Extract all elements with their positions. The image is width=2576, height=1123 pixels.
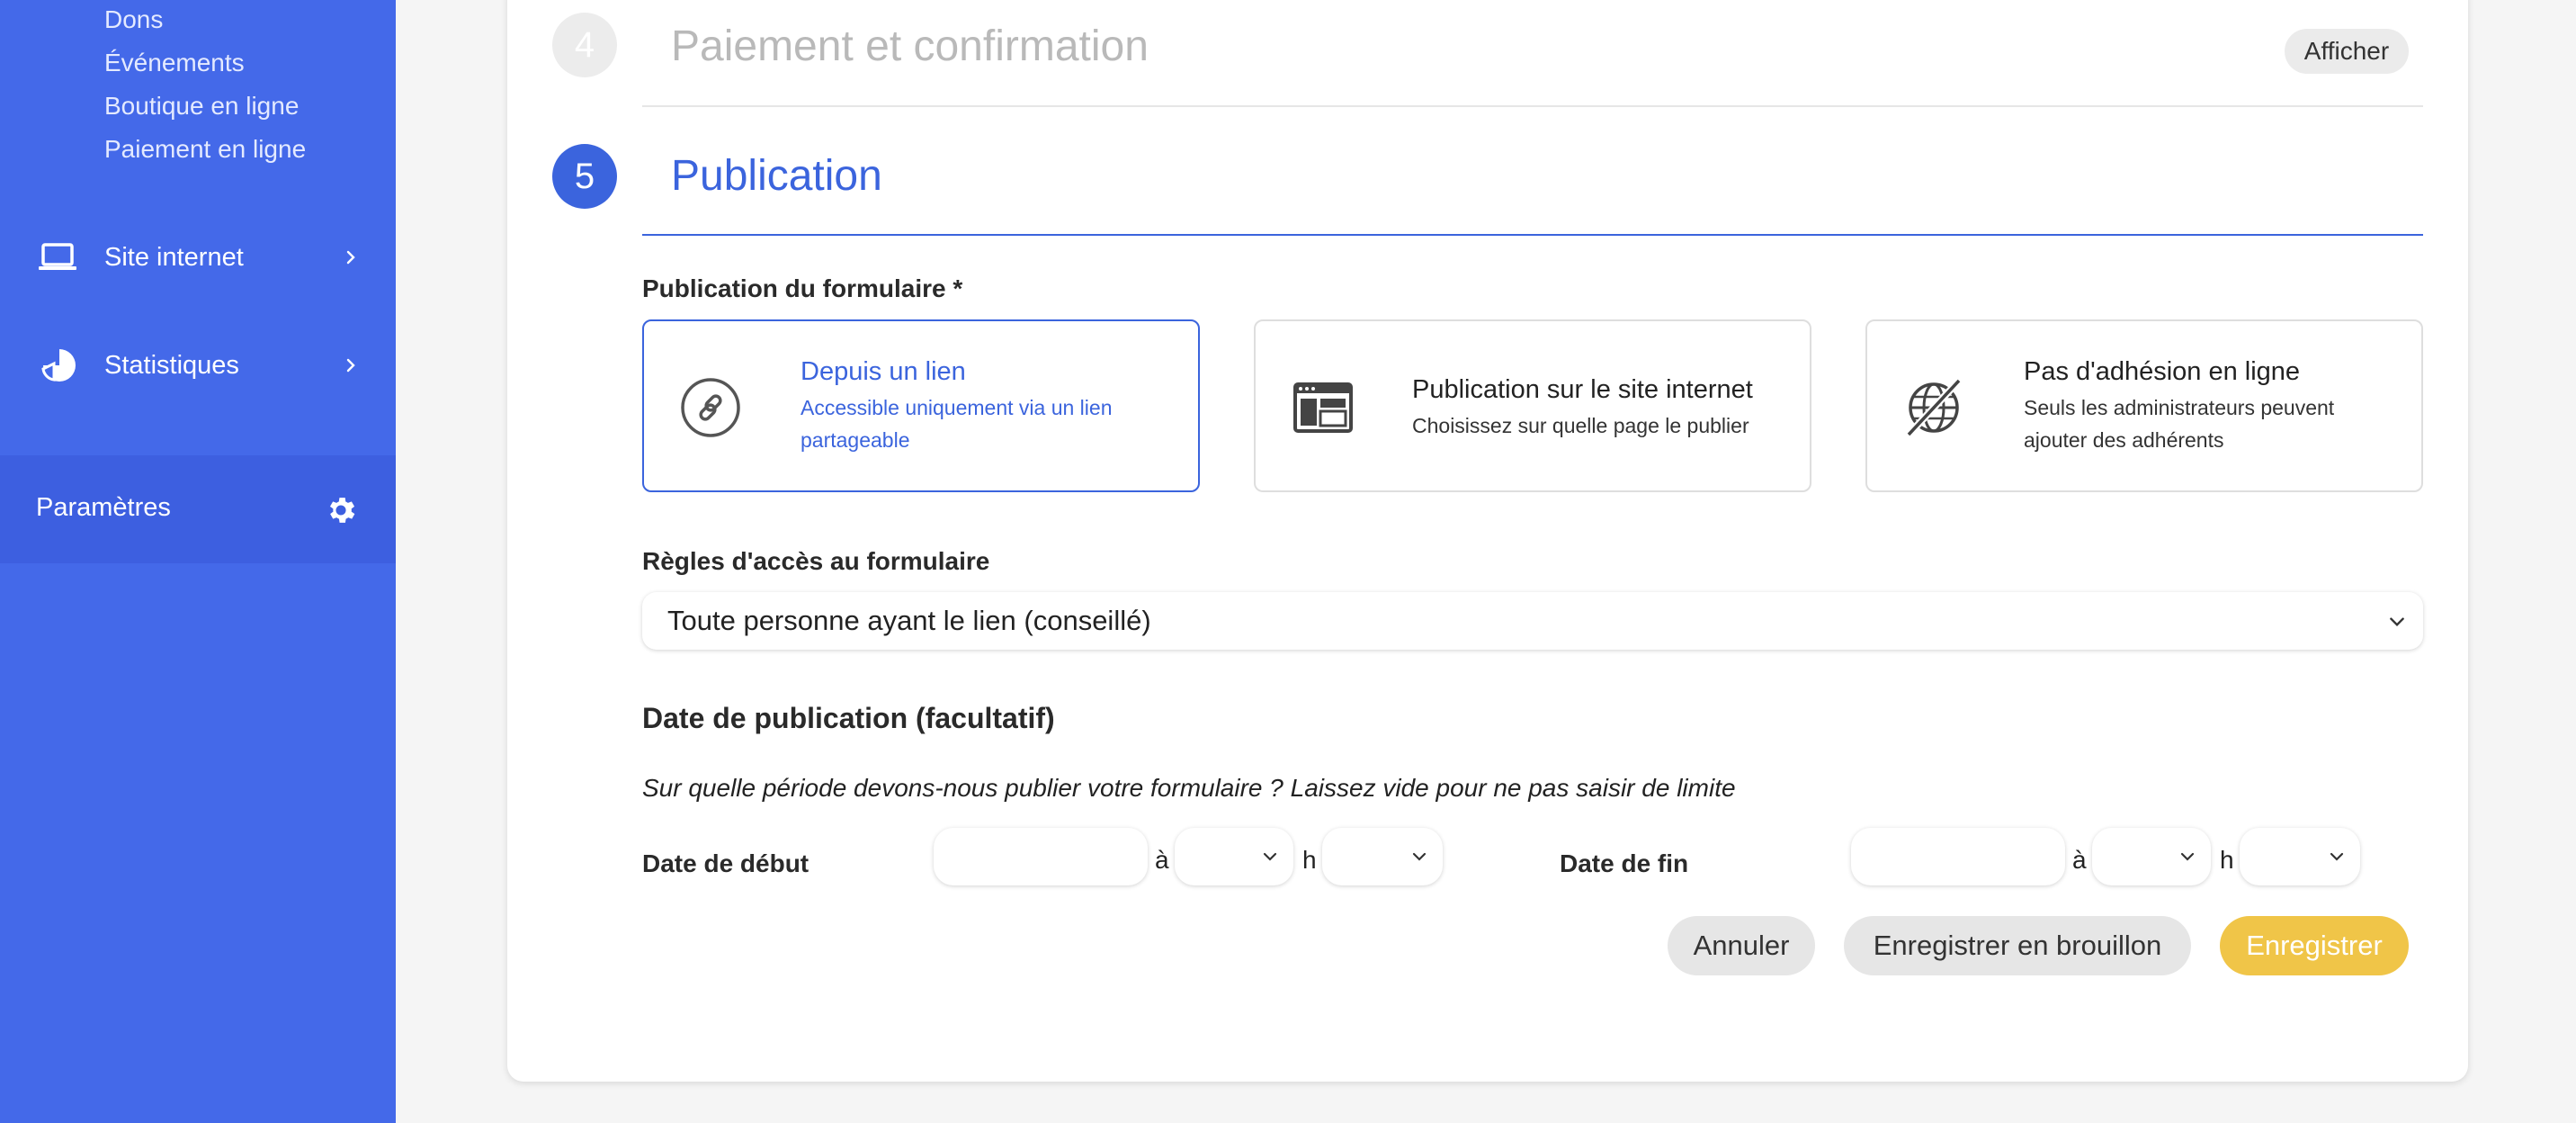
end-date-input[interactable] xyxy=(1851,828,2065,885)
chevron-down-icon xyxy=(2330,852,2344,861)
divider xyxy=(642,234,2423,236)
date-hint: Sur quelle période devons-nous publier v… xyxy=(642,774,1736,802)
option-title: Depuis un lien xyxy=(801,357,966,386)
option-site-internet[interactable]: Publication sur le site internet Choisis… xyxy=(1254,319,1811,492)
sidebar-item-label: Site internet xyxy=(104,242,244,272)
option-description: Choisissez sur quelle page le publier xyxy=(1412,414,1749,437)
chevron-down-icon xyxy=(2180,852,2195,861)
sidebar-item-statistiques[interactable]: Statistiques xyxy=(0,329,396,401)
no-web-icon xyxy=(1906,378,1962,437)
save-draft-button[interactable]: Enregistrer en brouillon xyxy=(1844,916,2191,975)
start-date-label: Date de début xyxy=(642,849,809,877)
step-5-badge: 5 xyxy=(552,144,617,209)
sidebar-item-label: Paramètres xyxy=(36,493,171,522)
sidebar-subitem-paiement[interactable]: Paiement en ligne xyxy=(104,135,306,164)
cancel-button[interactable]: Annuler xyxy=(1668,916,1815,975)
sidebar-item-label: Statistiques xyxy=(104,350,239,380)
option-title: Pas d'adhésion en ligne xyxy=(2024,357,2301,386)
step-5-title: Publication xyxy=(671,152,882,200)
chevron-right-icon xyxy=(346,250,355,265)
option-description: Seuls les administrateurs peuvent ajoute… xyxy=(2024,396,2335,452)
end-hour-select[interactable] xyxy=(2092,828,2211,885)
sidebar-subitem-dons[interactable]: Dons xyxy=(104,5,163,34)
start-date-input[interactable] xyxy=(934,828,1148,885)
save-button[interactable]: Enregistrer xyxy=(2220,916,2409,975)
option-pas-adhesion[interactable]: Pas d'adhésion en ligne Seuls les admini… xyxy=(1865,319,2423,492)
access-select-value: Toute personne ayant le lien (conseillé) xyxy=(667,605,1151,636)
step-4-title[interactable]: Paiement et confirmation xyxy=(671,22,1149,71)
start-minute-select[interactable] xyxy=(1322,828,1443,885)
hour-separator: h xyxy=(1302,846,1317,874)
end-minute-select[interactable] xyxy=(2240,828,2360,885)
option-depuis-un-lien[interactable]: Depuis un lien Accessible uniquement via… xyxy=(642,319,1200,492)
sidebar: Dons Événements Boutique en ligne Paieme… xyxy=(0,0,396,1123)
sidebar-item-site-internet[interactable]: Site internet xyxy=(0,221,396,293)
link-icon xyxy=(681,378,740,437)
chevron-right-icon xyxy=(346,358,355,373)
at-separator: à xyxy=(1155,846,1169,874)
sidebar-subitem-evenements[interactable]: Événements xyxy=(104,49,245,77)
start-hour-select[interactable] xyxy=(1175,828,1293,885)
publication-label: Publication du formulaire * xyxy=(642,274,963,302)
chevron-down-icon xyxy=(2390,617,2404,627)
divider xyxy=(642,105,2423,107)
pie-chart-icon xyxy=(41,349,76,382)
sidebar-item-parametres[interactable]: Paramètres xyxy=(0,455,396,563)
chevron-down-icon xyxy=(1412,852,1427,861)
option-title: Publication sur le site internet xyxy=(1412,375,1753,404)
step-4-badge: 4 xyxy=(552,13,617,77)
option-description: Accessible uniquement via un lien partag… xyxy=(801,396,1113,452)
website-layout-icon xyxy=(1293,382,1353,433)
sidebar-subitem-boutique[interactable]: Boutique en ligne xyxy=(104,92,299,121)
chevron-down-icon xyxy=(1263,852,1277,861)
afficher-button[interactable]: Afficher xyxy=(2285,29,2409,74)
gear-icon xyxy=(329,498,355,523)
access-label: Règles d'accès au formulaire xyxy=(642,547,990,575)
end-date-label: Date de fin xyxy=(1560,849,1689,877)
date-section-title: Date de publication (facultatif) xyxy=(642,702,1055,734)
hour-separator: h xyxy=(2220,846,2234,874)
access-select[interactable]: Toute personne ayant le lien (conseillé) xyxy=(642,592,2423,650)
laptop-icon xyxy=(39,243,76,270)
at-separator: à xyxy=(2072,846,2087,874)
